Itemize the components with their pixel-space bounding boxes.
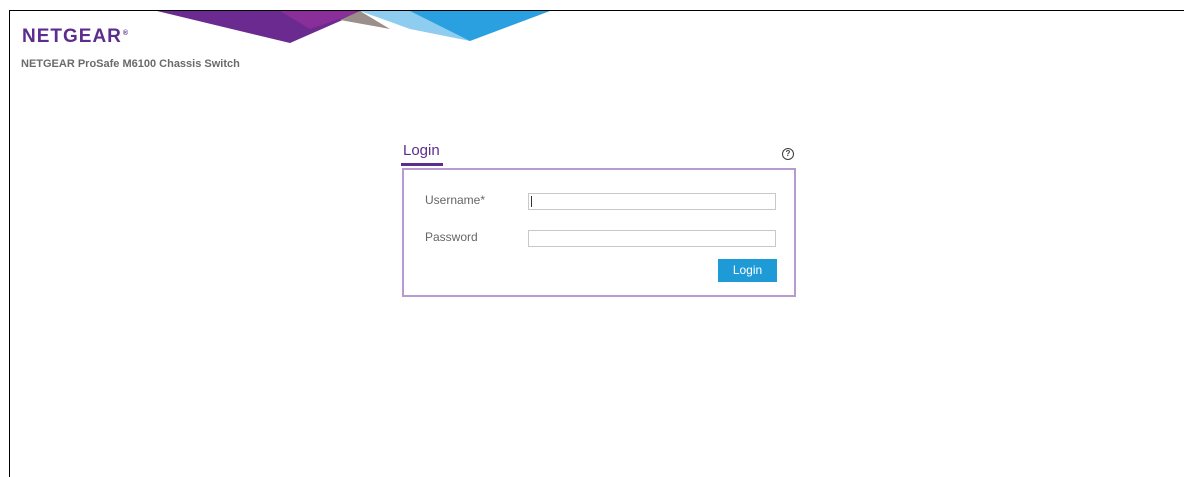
password-input[interactable] — [528, 230, 776, 247]
logo-trademark: ® — [122, 29, 130, 37]
username-input[interactable] — [528, 193, 776, 210]
header-banner-graphic — [157, 11, 550, 43]
logo-text: NETGEAR — [22, 26, 122, 47]
help-icon[interactable]: ? — [782, 148, 794, 160]
text-cursor — [531, 196, 532, 207]
product-name: NETGEAR ProSafe M6100 Chassis Switch — [21, 58, 240, 70]
username-label: Username* — [425, 193, 486, 207]
login-panel: Login ? Username* Password Login — [401, 141, 797, 297]
password-label: Password — [425, 230, 478, 244]
login-title: Login — [403, 142, 440, 159]
netgear-logo: NETGEAR® — [22, 26, 129, 48]
page-frame: NETGEAR® NETGEAR ProSafe M6100 Chassis S… — [9, 10, 1184, 477]
login-button[interactable]: Login — [718, 259, 777, 282]
login-header: Login ? — [401, 141, 797, 167]
title-underline — [401, 163, 443, 166]
login-form: Username* Password Login — [402, 168, 796, 297]
